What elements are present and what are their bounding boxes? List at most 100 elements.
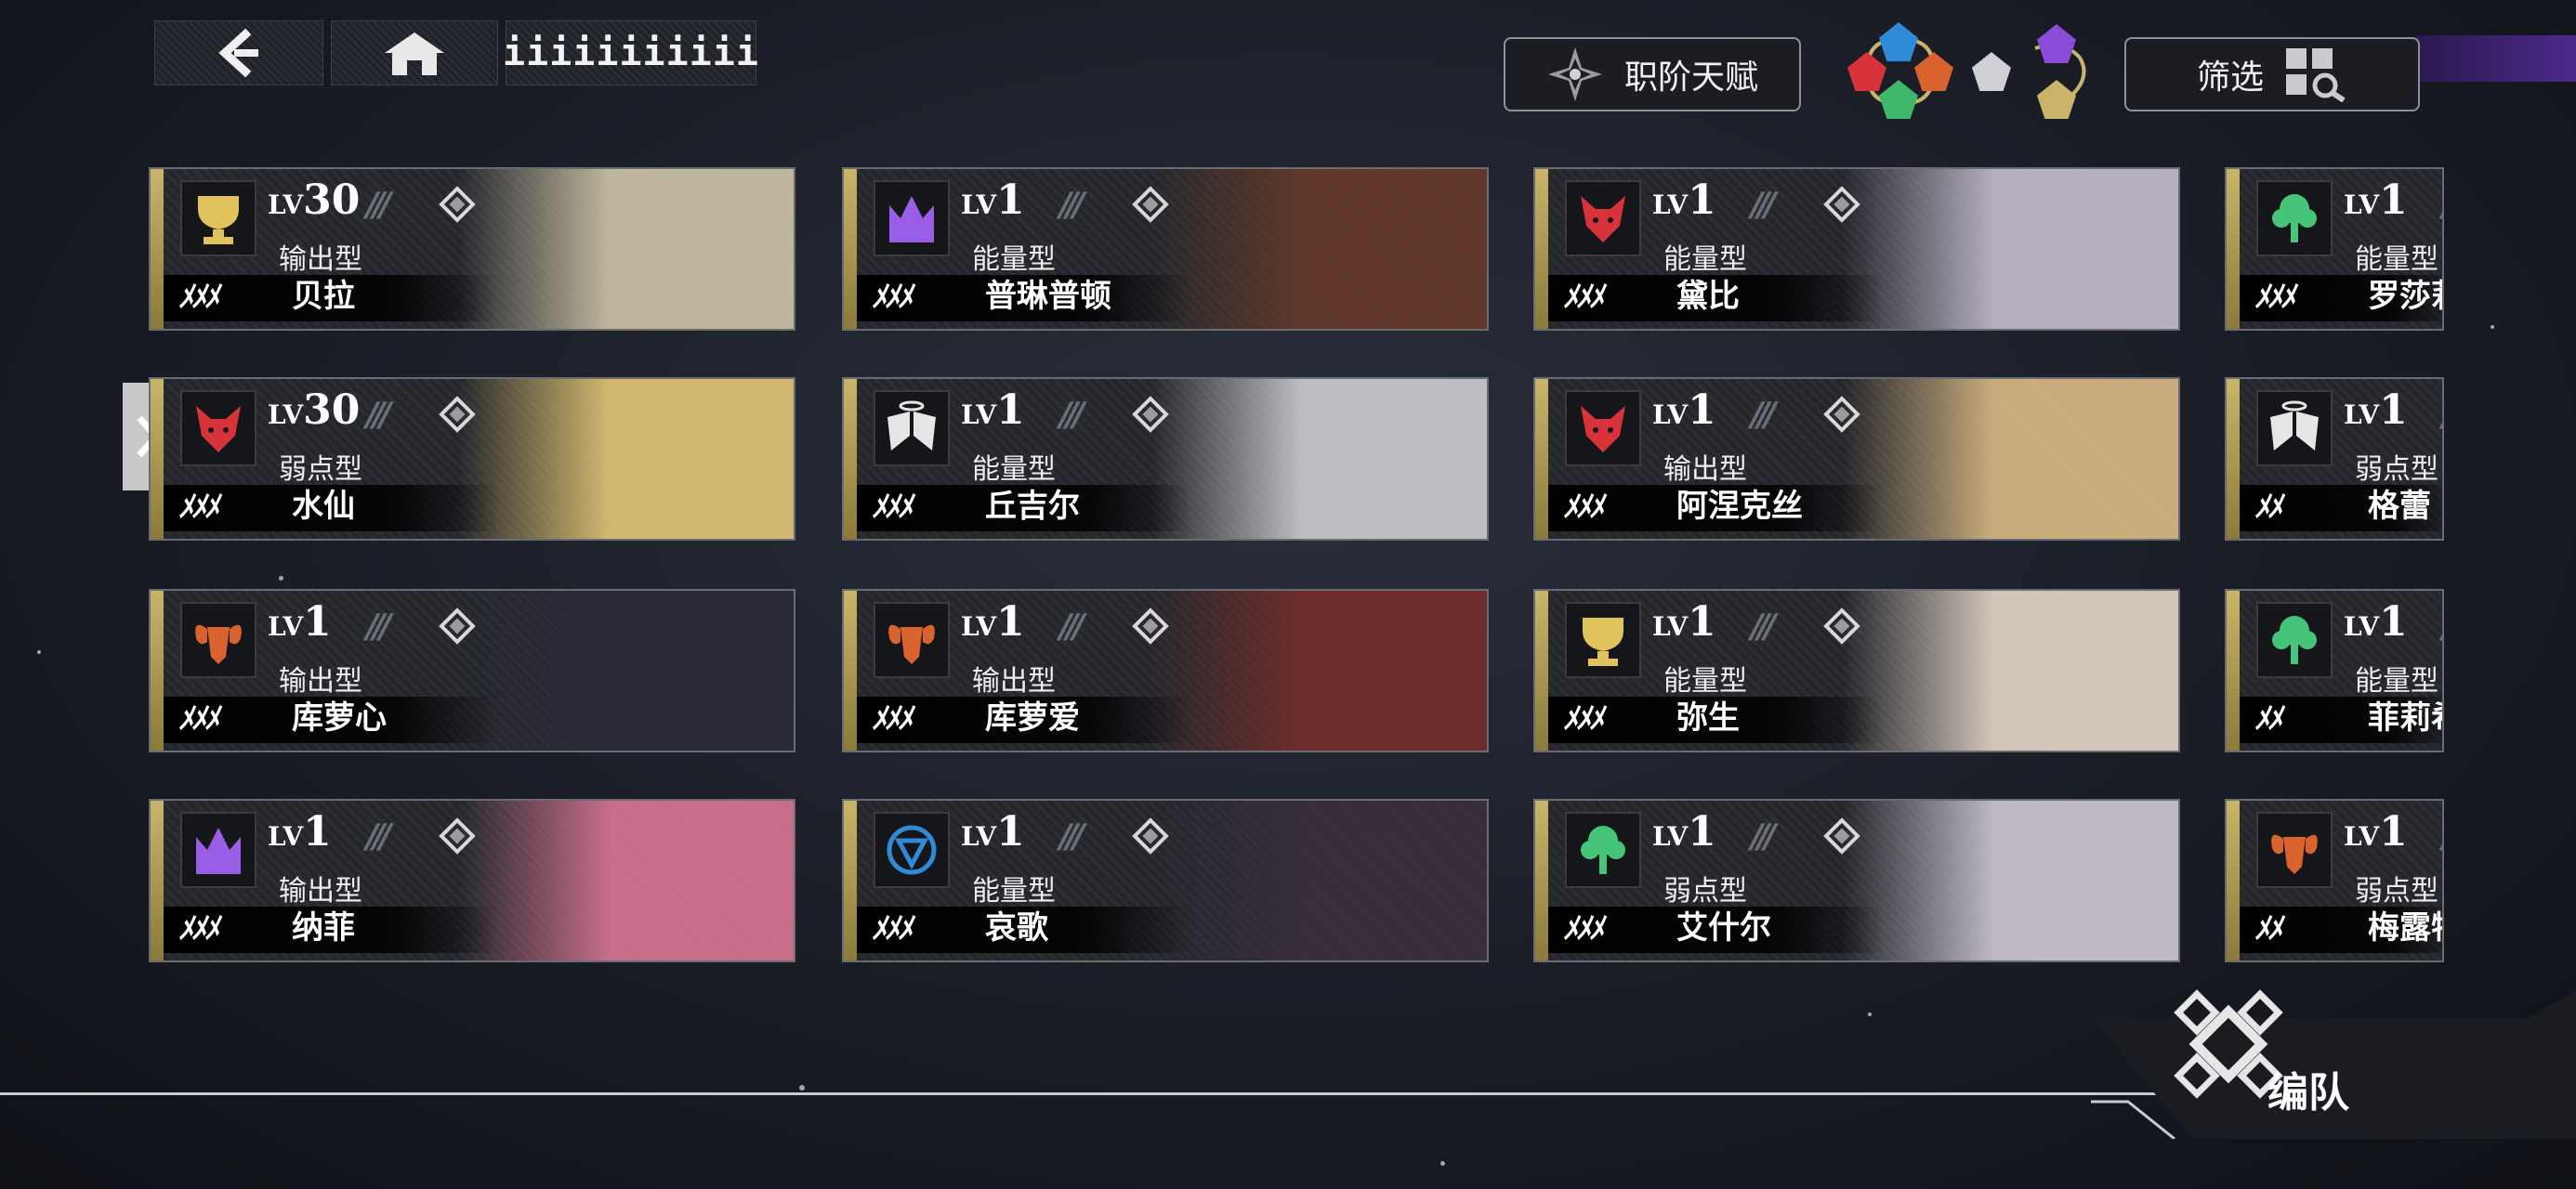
level-value: 30 — [303, 386, 361, 434]
level-label: LV1 — [1652, 598, 1716, 646]
orange-ram-icon — [874, 602, 950, 678]
rarity-bar — [2227, 379, 2240, 539]
star-rank: ﾒﾒﾒ — [1563, 489, 1604, 524]
character-card[interactable]: LV1///弱点型 ﾒﾒﾒ 艾什尔 — [1533, 799, 2180, 962]
class-talent-button[interactable]: 职阶天赋 — [1504, 37, 1801, 111]
character-card[interactable]: LV1///弱点型ﾒﾒ梅露特 — [2225, 799, 2444, 962]
character-card[interactable]: LV30///弱点型 ﾒﾒﾒ 水仙 — [149, 377, 795, 541]
level-label: LV1 — [2344, 386, 2408, 434]
star-rank: ﾒﾒﾒ — [1563, 700, 1604, 736]
level-prefix: LV — [2344, 399, 2380, 430]
slash-marks: /// — [1751, 396, 1777, 434]
level-prefix: LV — [268, 611, 304, 642]
level-prefix: LV — [2344, 189, 2380, 220]
home-icon — [385, 33, 444, 75]
rarity-bar — [151, 801, 164, 960]
rarity-bar — [1535, 379, 1548, 539]
background-star — [1440, 1161, 1445, 1166]
blue-shield-icon — [874, 812, 950, 888]
slash-marks: /// — [2442, 608, 2444, 646]
level-label: LV1 — [961, 808, 1025, 856]
character-card[interactable]: LV1///能量型 ﾒﾒﾒ 黛比 — [1533, 167, 2180, 331]
diamond-rank-icon — [439, 817, 476, 855]
character-name: 艾什尔 — [1676, 909, 1771, 947]
character-card[interactable]: LV1///能量型ﾒﾒ菲莉希 — [2225, 589, 2444, 752]
id-display: iiiiiiiiiii — [503, 20, 758, 85]
rarity-bar — [2227, 591, 2240, 751]
character-name: 丘吉尔 — [985, 488, 1080, 525]
level-label: LV1 — [1652, 808, 1716, 856]
slash-marks: /// — [1059, 608, 1085, 646]
element-filter-cluster[interactable] — [1831, 20, 2109, 121]
slash-marks: /// — [1751, 817, 1777, 856]
level-label: LV1 — [2344, 808, 2408, 856]
level-value: 1 — [2379, 386, 2408, 434]
character-card[interactable]: LV1///输出型 ﾒﾒﾒ 阿涅克丝 — [1533, 377, 2180, 541]
slash-marks: /// — [366, 396, 392, 434]
star-rank: ﾒﾒﾒ — [178, 700, 219, 736]
star-rank: ﾒﾒﾒ — [1563, 279, 1604, 314]
slash-marks: /// — [2442, 396, 2444, 434]
level-label: LV30 — [268, 176, 360, 224]
rarity-bar — [844, 801, 857, 960]
home-button[interactable] — [331, 20, 498, 85]
rarity-bar — [1535, 801, 1548, 960]
red-wolf-icon — [1565, 180, 1641, 256]
level-prefix: LV — [1652, 189, 1689, 220]
level-label: LV1 — [2344, 598, 2408, 646]
star-rank: ﾒﾒﾒ — [872, 489, 913, 524]
back-arrow-icon — [218, 29, 258, 77]
character-name: 罗莎莉 — [2368, 278, 2442, 315]
slash-marks: /// — [366, 608, 392, 646]
slash-marks: /// — [1751, 608, 1777, 646]
character-card[interactable]: LV1///能量型 ﾒﾒﾒ 普琳普顿 — [842, 167, 1489, 331]
rarity-bar — [844, 379, 857, 539]
character-card[interactable]: LV1///输出型 ﾒﾒﾒ 库萝心 — [149, 589, 795, 752]
character-card[interactable]: LV1///输出型 ﾒﾒﾒ 库萝爱 — [842, 589, 1489, 752]
level-prefix: LV — [961, 611, 997, 642]
purple-crown-icon — [180, 812, 256, 888]
character-card[interactable]: LV30///输出型 ﾒﾒﾒ 贝拉 — [149, 167, 795, 331]
filter-grid-search-icon — [2286, 48, 2346, 102]
character-card[interactable]: LV1///弱点型ﾒﾒ格蕾 — [2225, 377, 2444, 541]
level-label: LV1 — [268, 808, 332, 856]
level-value: 1 — [303, 598, 332, 646]
red-wolf-icon — [180, 390, 256, 466]
character-name: 弥生 — [1676, 699, 1740, 737]
diamond-rank-icon — [1132, 608, 1169, 645]
level-prefix: LV — [1652, 399, 1689, 430]
star-rank: ﾒﾒﾒ — [872, 910, 913, 946]
background-star — [279, 576, 283, 581]
character-portrait — [1152, 801, 1487, 960]
level-prefix: LV — [1652, 611, 1689, 642]
slash-marks: /// — [2442, 817, 2444, 856]
character-card[interactable]: LV1///能量型ﾒﾒﾒ罗莎莉 — [2225, 167, 2444, 331]
level-value: 1 — [2379, 176, 2408, 224]
character-card[interactable]: LV1///能量型 ﾒﾒﾒ 弥生 — [1533, 589, 2180, 752]
level-value: 1 — [2379, 598, 2408, 646]
star-rank: ﾒﾒﾒ — [178, 489, 219, 524]
class-talent-label: 职阶天赋 — [1623, 59, 1758, 97]
level-label: LV1 — [2344, 176, 2408, 224]
back-button[interactable] — [154, 20, 323, 85]
character-name: 菲莉希 — [2368, 699, 2442, 737]
white-wings-icon — [2256, 390, 2333, 466]
green-tree-icon — [1565, 812, 1641, 888]
star-rank: ﾒﾒﾒ — [872, 700, 913, 736]
rarity-bar — [844, 169, 857, 329]
level-label: LV1 — [961, 176, 1025, 224]
character-card[interactable]: LV1///输出型 ﾒﾒﾒ 纳菲 — [149, 799, 795, 962]
rarity-bar — [151, 379, 164, 539]
character-card[interactable]: LV1///能量型 ﾒﾒﾒ 哀歌 — [842, 799, 1489, 962]
character-card[interactable]: LV1///能量型 ﾒﾒﾒ 丘吉尔 — [842, 377, 1489, 541]
background-star — [2491, 325, 2494, 329]
level-label: LV1 — [961, 598, 1025, 646]
filter-button[interactable]: 筛选 — [2124, 37, 2420, 111]
rarity-bar — [151, 591, 164, 751]
team-label[interactable]: 编队 — [2267, 1059, 2349, 1118]
level-value: 1 — [996, 808, 1025, 856]
character-name: 库萝爱 — [985, 699, 1080, 737]
compass-star-icon — [1547, 47, 1602, 101]
star-rank: ﾒﾒ — [2254, 700, 2282, 736]
character-portrait — [459, 379, 794, 539]
